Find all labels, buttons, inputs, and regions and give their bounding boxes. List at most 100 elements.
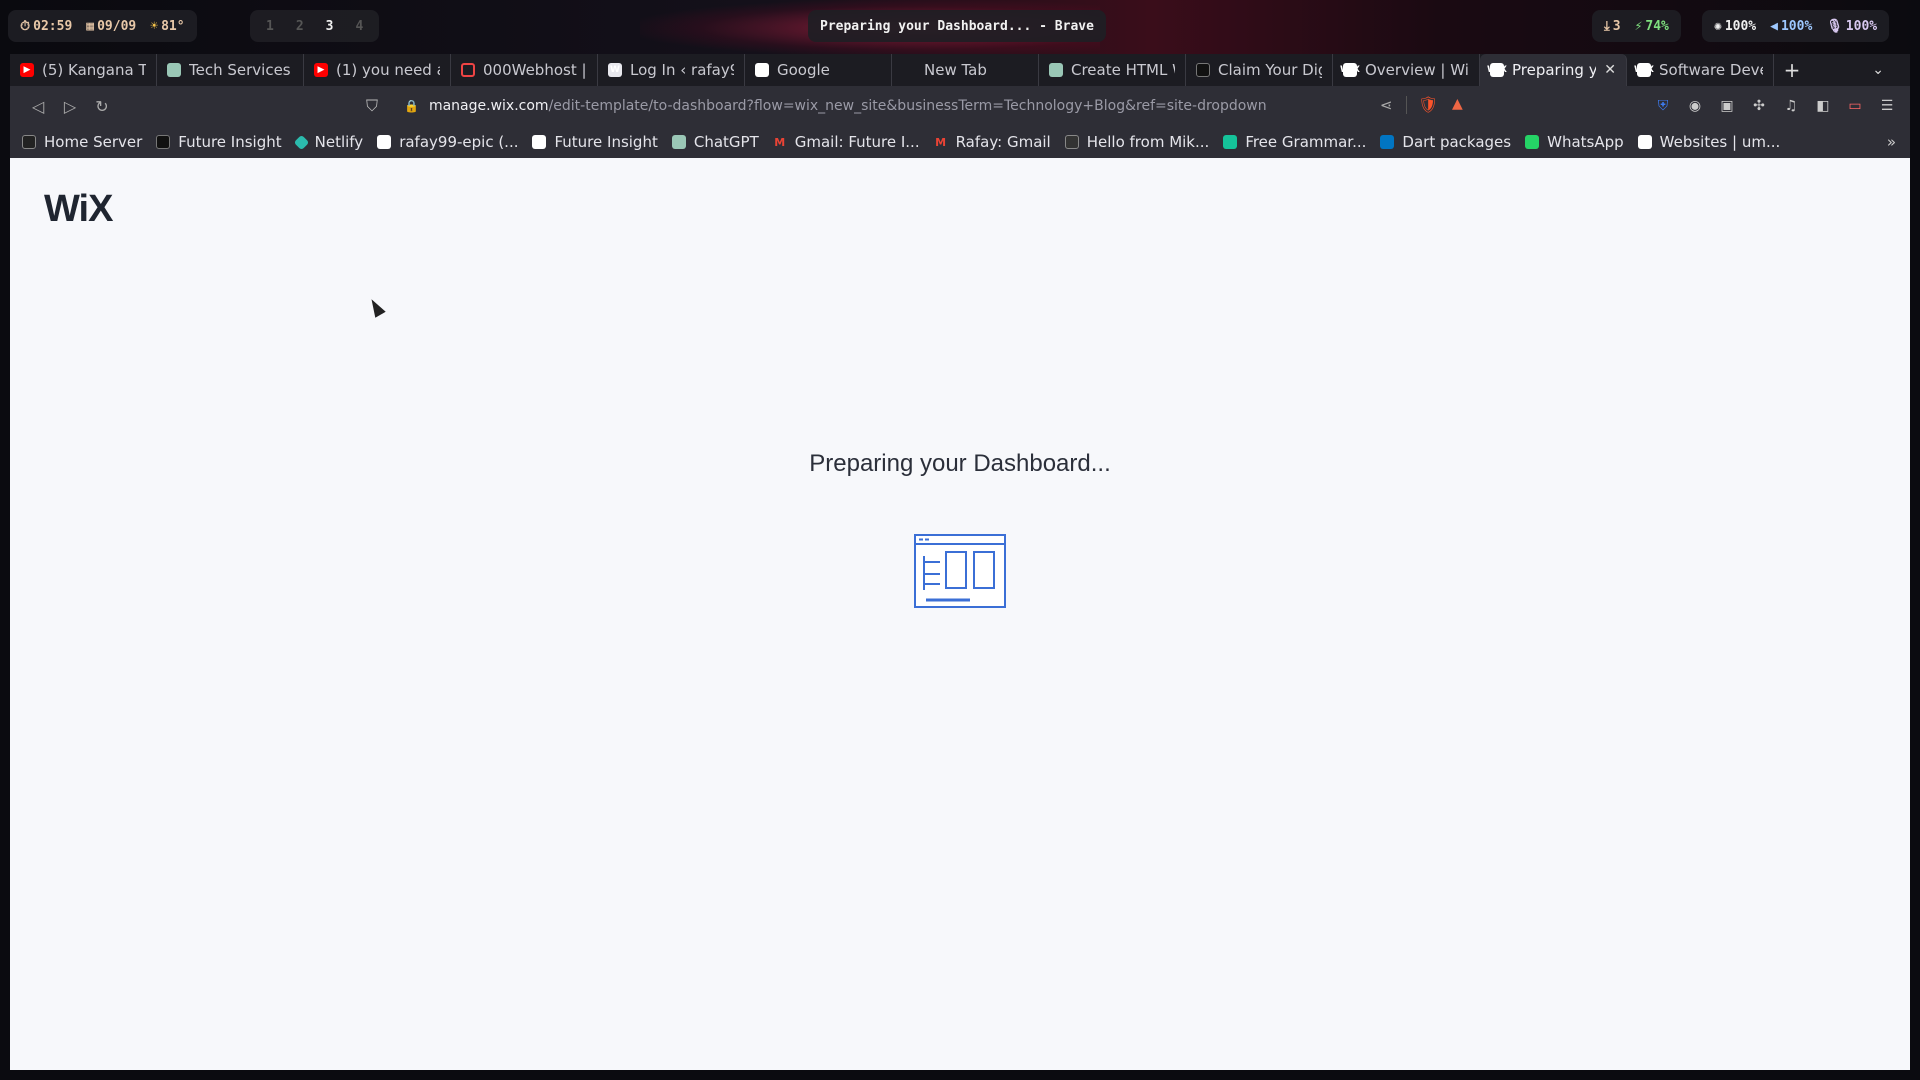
home-server-icon (22, 135, 36, 149)
sun-icon: ☀ (150, 18, 159, 34)
workspace-switcher: 1 2 3 4 (250, 10, 380, 42)
000webhost-icon (461, 63, 475, 77)
brave-rewards-button[interactable]: ▲ (1452, 96, 1463, 112)
bookmark-page-button[interactable]: ⛉ (366, 96, 378, 116)
wix-icon: WiX (1340, 63, 1360, 77)
netlify-icon (293, 134, 309, 150)
new-tab-button[interactable]: + (1774, 54, 1810, 86)
speaker-icon: ◀ (1770, 18, 1778, 34)
chatgpt-icon (1049, 63, 1063, 77)
extension-tile-icon: ▣ (1720, 98, 1734, 114)
gmail-icon: M (935, 135, 947, 149)
date[interactable]: ▦ 09/09 (86, 19, 136, 34)
wix-icon: WiX (1634, 63, 1654, 77)
tab-list-dropdown[interactable]: ⌄ (1872, 54, 1884, 86)
cookie-icon: ◉ (1688, 98, 1702, 114)
dart-icon (1380, 135, 1395, 149)
tab-strip: ▶(5) Kangana Ter Tech Services Ad ▶(1) y… (10, 54, 1910, 86)
wix-logo[interactable]: WiX (44, 188, 113, 231)
mic-indicator[interactable]: 🎙 100% (1826, 19, 1877, 34)
extension-square[interactable]: ▣ (1718, 97, 1736, 115)
bookmark-gmail-future-insight[interactable]: M Gmail: Future I... (773, 133, 919, 151)
websites-icon (1637, 135, 1652, 149)
system-top-bar: ⏱ 02:59 ▦ 09/09 ☀ 81° 1 2 3 4 Preparing you… (0, 0, 1920, 52)
brave-shields-button[interactable]: 🛡 (1418, 95, 1438, 114)
battery-indicator[interactable]: ⚡ 74% (1635, 19, 1669, 34)
bookmark-netlify[interactable]: Netlify (293, 133, 363, 151)
tab-new-tab[interactable]: New Tab (892, 54, 1039, 86)
dashboard-illustration-icon (914, 534, 1006, 608)
close-tab-icon[interactable]: ✕ (1604, 62, 1616, 78)
tab-google[interactable]: G Google (745, 54, 892, 86)
bookmark-home-server[interactable]: Home Server (22, 133, 142, 151)
tab-000webhost[interactable]: 000Webhost | D (451, 54, 598, 86)
lock-icon[interactable]: 🔒 (404, 99, 419, 113)
downloads-indicator[interactable]: ⤓ 3 (1604, 19, 1621, 34)
workspace-3[interactable]: 3 (326, 19, 334, 34)
chatgpt-icon (671, 135, 686, 149)
bitwarden-extension[interactable]: ⛨ (1654, 97, 1672, 115)
reload-button[interactable]: ↻ (86, 97, 118, 116)
back-button[interactable]: ◁ (22, 97, 54, 116)
page-icon (1064, 135, 1079, 149)
wordpress-icon: W (608, 63, 622, 77)
bookmark-chatgpt[interactable]: ChatGPT (671, 133, 759, 151)
bookmark-hello-from-mik[interactable]: Hello from Mik... (1064, 133, 1209, 151)
bookmarks-bar: Home Server Future Insight Netlify rafay… (10, 126, 1910, 158)
toolbar-divider (1406, 96, 1407, 114)
double-chevron-right-icon: » (1886, 133, 1896, 151)
extensions-area: ⛨ ◉ ▣ ✣ ♫ ◧ ▭ ☰ (1654, 86, 1910, 126)
workspace-1[interactable]: 1 (266, 19, 274, 34)
bookmark-github-rafay99[interactable]: rafay99-epic (... (377, 133, 518, 151)
download-icon: ⤓ (1604, 18, 1610, 34)
bookmark-free-grammar[interactable]: Free Grammar... (1223, 133, 1366, 151)
gmail-icon: M (774, 135, 786, 149)
tab-software-developer[interactable]: WiXSoftware Develo (1627, 54, 1774, 86)
tab-tech-services[interactable]: Tech Services Ad (157, 54, 304, 86)
clock[interactable]: ⏱ 02:59 (20, 19, 72, 34)
brightness-icon: ✺ (1714, 18, 1722, 34)
bookmark-gmail-rafay[interactable]: M Rafay: Gmail (934, 133, 1051, 151)
share-button[interactable]: ⋖ (1380, 96, 1393, 114)
bookmark-future-insight[interactable]: Future Insight (156, 133, 282, 151)
media-button[interactable]: ♫ (1782, 97, 1800, 115)
brave-wallet-button[interactable]: ▭ (1846, 97, 1864, 115)
tab-create-html[interactable]: Create HTML W (1039, 54, 1186, 86)
tab-claim-your-digital[interactable]: Claim Your Digit (1186, 54, 1333, 86)
clock-icon: ⏱ (20, 18, 31, 34)
tab-youtube-kangana[interactable]: ▶(5) Kangana Ter (10, 54, 157, 86)
sidebar-icon: ◧ (1816, 98, 1830, 114)
more-bookmarks-button[interactable]: » (1887, 133, 1896, 151)
extensions-button[interactable]: ✣ (1750, 97, 1768, 115)
address-bar[interactable]: 🔒 manage.wix.com/edit-template/to-dashbo… (404, 94, 1267, 118)
battery-charging-icon: ⚡ (1634, 18, 1643, 34)
cookie-extension[interactable]: ◉ (1686, 97, 1704, 115)
blank-page-icon (902, 63, 916, 77)
workspace-4[interactable]: 4 (355, 19, 363, 34)
bitwarden-icon: ⛨ (1657, 98, 1669, 114)
weather[interactable]: ☀ 81° (150, 19, 184, 34)
hamburger-menu-icon: ☰ (1880, 98, 1894, 114)
future-insight-icon (156, 135, 171, 149)
tab-wix-overview[interactable]: WiXOverview | Wix.c (1333, 54, 1480, 86)
bookmark-whatsapp[interactable]: WhatsApp (1525, 133, 1624, 151)
bookmark-dart-packages[interactable]: Dart packages (1380, 133, 1511, 151)
brightness-indicator[interactable]: ✺ 100% (1714, 19, 1756, 34)
tab-wordpress-login[interactable]: WLog In ‹ rafay99 (598, 54, 745, 86)
volume-indicator[interactable]: ◀ 100% (1770, 19, 1812, 34)
tab-youtube-you-need[interactable]: ▶(1) you need a w (304, 54, 451, 86)
chatgpt-icon (167, 63, 181, 77)
calendar-icon: ▦ (86, 18, 95, 34)
workspace-2[interactable]: 2 (296, 19, 304, 34)
back-arrow-icon: ◁ (31, 96, 45, 116)
main-menu-button[interactable]: ☰ (1878, 97, 1896, 115)
forward-button[interactable]: ▷ (54, 97, 86, 116)
brave-lion-icon: 🛡 (1418, 95, 1439, 114)
bookmark-websites[interactable]: Websites | um... (1637, 133, 1780, 151)
bookmark-github-future-insight[interactable]: Future Insight (532, 133, 658, 151)
tab-preparing-dashboard[interactable]: WiXPreparing yo✕ (1480, 54, 1627, 86)
page-content: WiX Preparing your Dashboard... (10, 158, 1910, 1070)
sidebar-toggle-button[interactable]: ◧ (1814, 97, 1832, 115)
browser-toolbar: ◁ ▷ ↻ ⛉ 🔒 manage.wix.com/edit-template/t… (10, 86, 1910, 126)
grammarly-icon (1223, 135, 1238, 149)
